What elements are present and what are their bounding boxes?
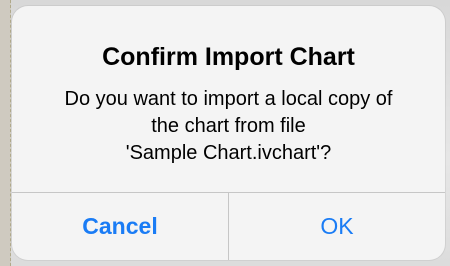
dialog-message-line-2: the chart from file bbox=[151, 115, 306, 137]
cancel-button[interactable]: Cancel bbox=[12, 193, 228, 260]
confirm-import-dialog: Confirm Import Chart Do you want to impo… bbox=[12, 6, 445, 260]
ok-button[interactable]: OK bbox=[229, 193, 445, 260]
dialog-message: Do you want to import a local copy of th… bbox=[32, 86, 425, 167]
background-edge bbox=[0, 0, 11, 266]
dialog-title: Confirm Import Chart bbox=[102, 43, 355, 71]
dialog-message-line-3: 'Sample Chart.ivchart'? bbox=[125, 142, 332, 164]
dialog-message-line-1: Do you want to import a local copy of bbox=[64, 88, 393, 110]
